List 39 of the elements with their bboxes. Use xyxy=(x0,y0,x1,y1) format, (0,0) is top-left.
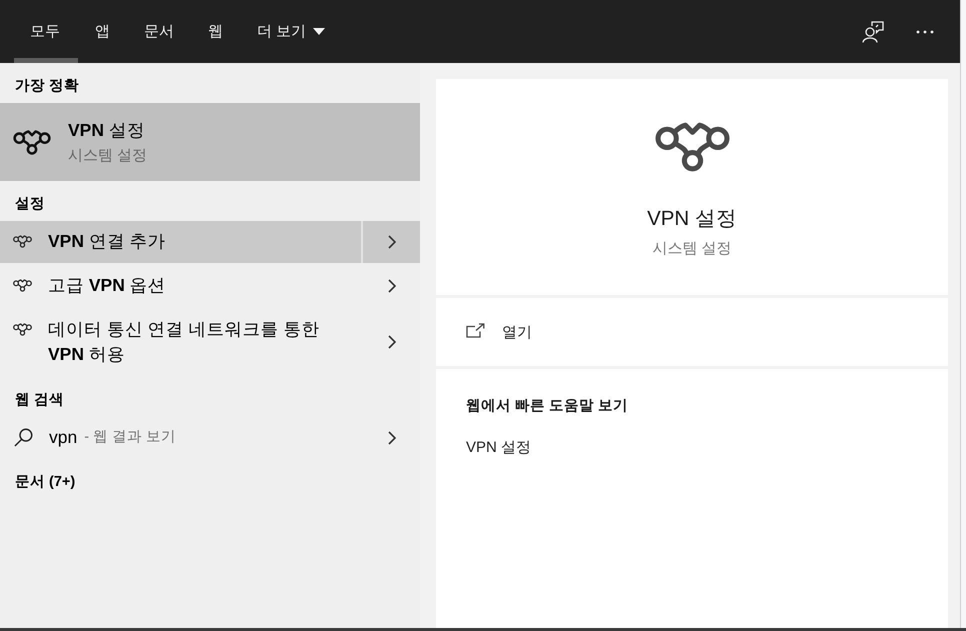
chevron-icon xyxy=(388,335,396,349)
section-heading: 설정 xyxy=(14,194,46,214)
knot-icon xyxy=(654,122,730,172)
section-heading: 웹 검색 xyxy=(14,390,66,410)
preview-subtitle: 시스템 설정 xyxy=(652,239,732,259)
filter-tab[interactable]: 앱 xyxy=(78,0,127,63)
filter-tab[interactable]: 웹 xyxy=(191,0,240,63)
knot-icon xyxy=(13,279,32,292)
chevron-icon xyxy=(388,279,396,293)
result-item[interactable]: VPN 연결 추가 xyxy=(0,221,420,263)
result-subtitle: 시스템 설정 xyxy=(68,146,148,166)
filter-tab[interactable]: 더 보기 xyxy=(240,0,342,63)
filter-tab[interactable]: 문서 xyxy=(127,0,191,63)
section-heading: 가장 정확 xyxy=(14,76,80,96)
feedback-icon[interactable] xyxy=(862,20,884,42)
result-title: 데이터 통신 연결 네트워크를 통한 VPN 허용 xyxy=(48,318,320,366)
open-button[interactable]: 열기 xyxy=(466,322,532,342)
help-heading: 웹에서 빠른 도움말 보기 xyxy=(466,397,628,416)
search-icon xyxy=(14,428,33,447)
result-item[interactable]: vpn - 웹 결과 보기 xyxy=(0,417,420,459)
search-hint: - 웹 결과 보기 xyxy=(84,428,176,447)
result-item[interactable]: 고급 VPN 옵션 xyxy=(0,265,420,307)
result-title: VPN 연결 추가 xyxy=(48,230,166,253)
knot-icon xyxy=(13,235,32,248)
help-link[interactable]: VPN 설정 xyxy=(466,437,532,459)
result-item[interactable]: VPN 설정 시스템 설정 xyxy=(0,103,420,181)
result-item[interactable]: 데이터 통신 연결 네트워크를 통한 VPN 허용 xyxy=(0,309,420,375)
knot-icon xyxy=(13,130,51,154)
chevron-icon xyxy=(388,431,396,445)
result-title: VPN 설정 xyxy=(68,119,146,142)
result-title: 고급 VPN 옵션 xyxy=(48,274,166,297)
more-options-icon[interactable] xyxy=(916,30,934,34)
knot-icon xyxy=(13,323,32,336)
preview-title: VPN 설정 xyxy=(647,206,737,232)
caret-icon xyxy=(313,28,326,35)
open-external-icon xyxy=(466,322,485,338)
section-heading: 문서 (7+) xyxy=(14,472,76,492)
chevron-icon xyxy=(388,235,396,249)
search-query: vpn xyxy=(49,426,78,449)
